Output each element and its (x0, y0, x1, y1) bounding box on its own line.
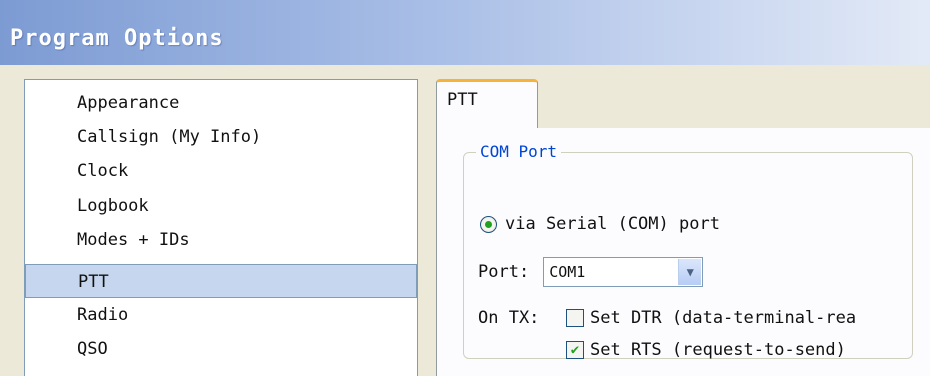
tab-ptt[interactable]: PTT (436, 79, 538, 129)
radio-selected-dot-icon (485, 220, 492, 228)
ptt-tab-panel: COM Port via Serial (COM) port Port: COM… (436, 128, 930, 376)
on-tx-label: On TX: (478, 308, 540, 328)
title-bar: Program Options (0, 0, 930, 65)
via-serial-radio[interactable] (480, 215, 497, 233)
options-category-list[interactable]: Appearance Callsign (My Info) Clock Logb… (24, 79, 418, 376)
port-row: Port: COM1 ▼ (478, 257, 704, 287)
set-dtr-label[interactable]: Set DTR (data-terminal-rea (590, 308, 856, 328)
port-label: Port: (478, 262, 530, 282)
via-serial-radio-row[interactable]: via Serial (COM) port (480, 213, 720, 235)
sidebar-item-appearance[interactable]: Appearance (25, 86, 417, 120)
set-rts-checkbox[interactable]: ✔ (566, 341, 584, 359)
via-serial-radio-label[interactable]: via Serial (COM) port (505, 214, 720, 234)
com-port-group: COM Port via Serial (COM) port Port: COM… (463, 142, 913, 361)
sidebar-item-ptt[interactable]: PTT (25, 264, 417, 298)
sidebar-item-clock[interactable]: Clock (25, 154, 417, 188)
checkmark-icon: ✔ (570, 342, 580, 358)
chevron-down-icon[interactable]: ▼ (678, 259, 702, 285)
sidebar-item-qso[interactable]: QSO (25, 332, 417, 366)
set-rts-label[interactable]: Set RTS (request-to-send) (590, 340, 846, 360)
set-dtr-checkbox[interactable] (566, 309, 584, 327)
sidebar-item-radio[interactable]: Radio (25, 298, 417, 332)
window-title: Program Options (10, 26, 224, 51)
set-dtr-row[interactable]: Set DTR (data-terminal-rea (566, 307, 856, 329)
port-select[interactable]: COM1 ▼ (543, 257, 704, 287)
port-select-value: COM1 (549, 263, 586, 281)
com-port-group-label: COM Port (476, 142, 562, 162)
set-rts-row[interactable]: ✔ Set RTS (request-to-send) (566, 339, 846, 361)
sidebar-item-callsign[interactable]: Callsign (My Info) (25, 120, 417, 154)
sidebar-item-modes-ids[interactable]: Modes + IDs (25, 223, 417, 257)
sidebar-item-logbook[interactable]: Logbook (25, 189, 417, 223)
tab-strip: PTT (436, 79, 930, 129)
